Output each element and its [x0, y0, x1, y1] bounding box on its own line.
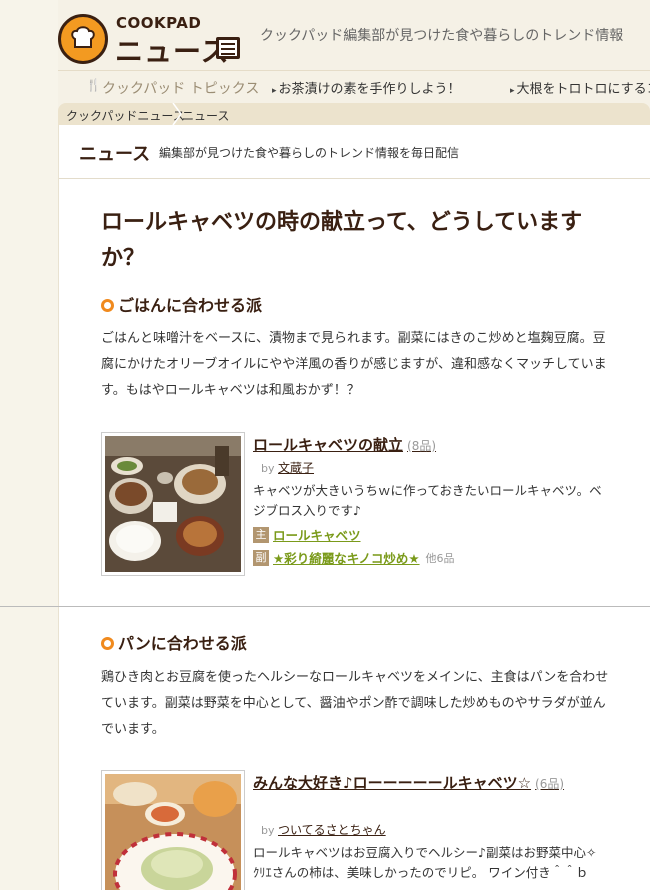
recipe-title-text[interactable]: みんな大好き♪ローーーーールキャベツ☆	[253, 774, 531, 792]
topics-nav: 🍴 クックパッド トピックス ▸ お茶漬けの素を手作りしよう！ ▸ 大根をトロトロに…	[58, 70, 650, 100]
breadcrumb: クックパッドニュース ニュース	[58, 103, 650, 125]
recipe-author-line: by ついてるさとちゃん	[261, 821, 386, 838]
recipe-description: キャベツが大きいうちｗに作っておきたいロールキャベツ。ベジブロス入りです♪	[253, 483, 602, 518]
side-dish-row: 副 ★彩り綺麗なキノコ炒め★ 他6品	[253, 548, 455, 567]
recipe-photo[interactable]	[101, 432, 245, 576]
arrow-right-icon: ▸	[272, 86, 277, 96]
section-paragraph: 鶏ひき肉とお豆腐を使ったヘルシーなロールキャベツをメインに、主食はパンを合わせて…	[101, 670, 609, 737]
section-heading-text: パンに合わせる派	[118, 634, 247, 653]
main-dish-link[interactable]: ロールキャベツ	[273, 528, 361, 543]
news-section-header: ニュース 編集部が見つけた食や暮らしのトレンド情報を毎日配信	[59, 125, 650, 179]
site-tagline: クックパッド編集部が見つけた食や暮らしのトレンド情報	[260, 28, 624, 44]
logo-news-text[interactable]: ニュース	[115, 30, 230, 70]
side-dish-link[interactable]: ★彩り綺麗なキノコ炒め★	[273, 551, 420, 566]
recipe-title-link[interactable]: みんな大好き♪ローーーーールキャベツ☆ (6品)	[253, 772, 564, 793]
section-heading-bread: パンに合わせる派	[101, 630, 247, 654]
recipe-author-line: by 文蔵子	[261, 459, 314, 476]
nav-link-label[interactable]: お茶漬けの素を手作りしよう！	[279, 82, 461, 97]
left-margin	[0, 0, 58, 890]
main-dish-row: 主ロールキャベツ	[253, 525, 361, 544]
more-dishes-count: 他6品	[425, 551, 455, 565]
section-heading-text: ごはんに合わせる派	[118, 296, 263, 315]
chef-hat-icon	[71, 26, 95, 48]
news-subtitle: 編集部が見つけた食や暮らしのトレンド情報を毎日配信	[159, 146, 460, 160]
news-title[interactable]: ニュース	[79, 140, 150, 166]
menu-photo-image	[105, 774, 241, 890]
breadcrumb-item-cookpad-news[interactable]: クックパッドニュース	[66, 107, 185, 124]
arrow-right-icon: ▸	[510, 86, 515, 96]
recipe-title-link[interactable]: ロールキャベツの献立 (8品)	[253, 434, 436, 455]
window-divider	[0, 606, 650, 607]
by-label: by	[261, 824, 275, 837]
recipe-description: ロールキャベツはお豆腐入りでヘルシー♪副菜はお野菜中心✧ ｸﾘｴさんの柿は、美味…	[253, 845, 597, 880]
by-label: by	[261, 462, 275, 475]
fork-knife-icon: 🍴	[86, 78, 101, 92]
recipe-photo[interactable]	[101, 770, 245, 890]
circle-bullet-icon	[101, 637, 114, 650]
author-link[interactable]: 文蔵子	[278, 461, 314, 475]
section-paragraph: ごはんと味噌汁をベースに、漬物まで見られます。副菜にはきのこ炒めと塩麹豆腐。豆腐…	[101, 331, 607, 398]
circle-bullet-icon	[101, 299, 114, 312]
recipe-count: (6品)	[535, 777, 565, 791]
section-heading-rice: ごはんに合わせる派	[101, 292, 262, 316]
breadcrumb-item-news[interactable]: ニュース	[182, 107, 229, 124]
recipe-title-text[interactable]: ロールキャベツの献立	[253, 436, 403, 454]
side-dish-badge: 副	[253, 549, 269, 566]
site-header: COOKPAD ニュース クックパッド編集部が見つけた食や暮らしのトレンド情報	[58, 0, 650, 70]
recipe-count: (8品)	[407, 439, 437, 453]
cookpad-logo-icon[interactable]	[58, 14, 108, 64]
author-link[interactable]: ついてるさとちゃん	[278, 823, 386, 837]
menu-photo-image	[105, 436, 241, 572]
nav-link-daikon[interactable]: ▸大根をトロトロにするコツ	[510, 78, 650, 97]
nav-topics-label: クックパッド トピックス	[102, 81, 260, 97]
main-dish-badge: 主	[253, 526, 269, 543]
nav-link-ochazuke[interactable]: ▸ お茶漬けの素を手作りしよう！	[272, 78, 461, 97]
article-title: ロールキャベツの時の献立って、どうしていますか？	[101, 210, 583, 271]
nav-link-label[interactable]: 大根をトロトロにするコツ	[517, 82, 650, 97]
newspaper-icon	[216, 37, 240, 59]
main-content: ニュース 編集部が見つけた食や暮らしのトレンド情報を毎日配信 ロールキャベツの時…	[58, 125, 650, 890]
